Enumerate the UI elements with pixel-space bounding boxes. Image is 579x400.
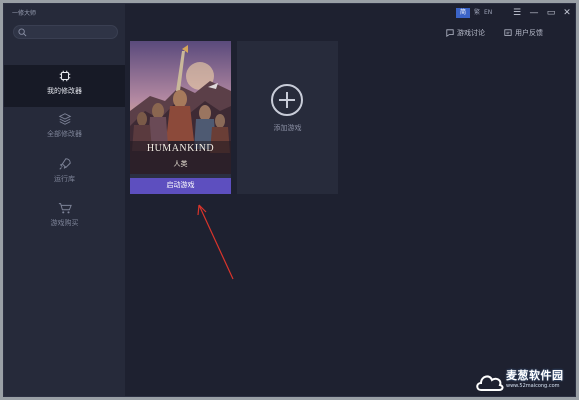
menu-icon[interactable]: ☰ (510, 6, 524, 20)
sidebar-item-label: 运行库 (54, 175, 75, 183)
minimize-icon[interactable]: — (527, 6, 541, 20)
lang-traditional-button[interactable]: 繁 (472, 8, 482, 18)
sidebar-item-game-purchase[interactable]: 游戏购买 (4, 197, 125, 239)
chat-icon (446, 29, 454, 37)
maximize-icon[interactable]: ▭ (544, 6, 558, 20)
add-game-card[interactable]: 添加游戏 (237, 41, 338, 194)
launch-game-button[interactable]: 启动游戏 (130, 178, 231, 194)
game-subtitle: 人类 (173, 160, 188, 168)
site-watermark: 麦葱软件园 www.52maicong.com (474, 366, 574, 396)
add-game-label: 添加游戏 (273, 124, 302, 132)
sidebar: 一修大师 我的修改器 全部修改器 运行库 游戏购买 (4, 4, 125, 396)
watermark-url: www.52maicong.com (506, 383, 560, 389)
game-card[interactable]: HUMANKIND 人类 启动游戏 (130, 41, 231, 194)
sidebar-item-label: 我的修改器 (47, 87, 82, 95)
lang-english-button[interactable]: EN (484, 8, 496, 18)
feedback-icon (504, 29, 512, 36)
user-feedback-link[interactable]: 用户反馈 (504, 28, 543, 38)
game-discussion-link[interactable]: 游戏讨论 (446, 28, 485, 38)
game-title: HUMANKIND (146, 143, 215, 154)
sidebar-item-label: 全部修改器 (47, 130, 82, 138)
layers-icon (58, 113, 71, 125)
sidebar-item-runtime[interactable]: 运行库 (4, 153, 125, 195)
game-cover-image: HUMANKIND 人类 (130, 41, 231, 174)
sidebar-item-all-trainers[interactable]: 全部修改器 (4, 108, 125, 150)
cloud-logo-icon (476, 375, 504, 391)
app-window: 一修大师 我的修改器 全部修改器 运行库 游戏购买 简 繁 EN ☰ — ▭ ✕… (3, 3, 576, 397)
title-area: 一修大师 (4, 4, 125, 22)
game-discussion-label: 游戏讨论 (457, 29, 485, 37)
sidebar-item-label: 游戏购买 (50, 219, 79, 227)
app-title: 一修大师 (12, 10, 37, 17)
close-icon[interactable]: ✕ (560, 6, 574, 20)
search-input[interactable] (13, 25, 118, 39)
chip-icon (59, 70, 70, 82)
plus-circle-icon (271, 84, 303, 116)
rocket-icon (58, 158, 71, 170)
cart-icon (58, 203, 72, 214)
search-icon (18, 28, 27, 37)
user-feedback-label: 用户反馈 (515, 29, 543, 37)
annotation-arrow (197, 204, 234, 280)
sidebar-item-my-trainers[interactable]: 我的修改器 (4, 65, 125, 107)
watermark-text: 麦葱软件园 (506, 369, 564, 382)
lang-simplified-button[interactable]: 简 (456, 8, 470, 18)
